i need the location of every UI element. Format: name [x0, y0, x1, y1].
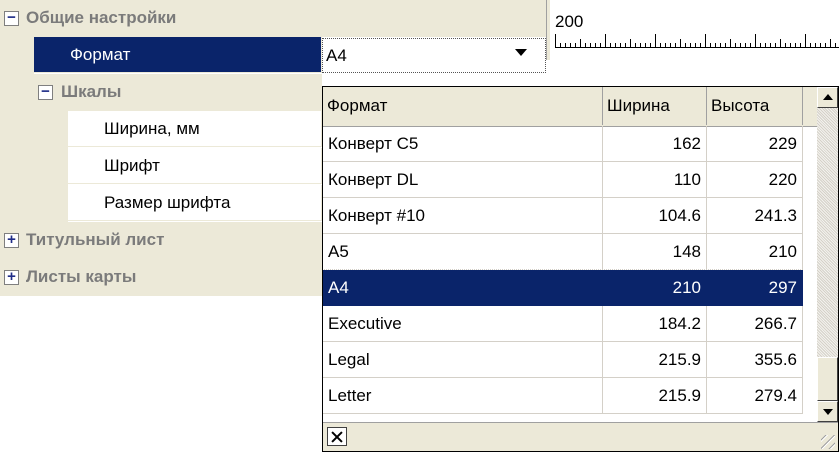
vertical-scrollbar[interactable]	[817, 87, 838, 422]
cell-height: 229	[707, 126, 803, 162]
ruler-label: 200	[555, 12, 584, 31]
list-item[interactable]: Legal 215.9 355.6	[323, 342, 817, 378]
cell-format: Конверт #10	[323, 198, 603, 234]
cell-height: 241.3	[707, 198, 803, 234]
list-item[interactable]: A5 148 210	[323, 234, 817, 270]
cell-width: 110	[603, 162, 707, 198]
column-header-width[interactable]: Ширина	[603, 87, 707, 125]
scroll-up-icon[interactable]	[817, 87, 838, 108]
category-label: Общие настройки	[26, 8, 177, 27]
property-row-format[interactable]: Формат A4	[0, 37, 546, 74]
format-select-value: A4	[326, 46, 347, 65]
column-header-height[interactable]: Высота	[707, 87, 803, 125]
cell-format: A4	[323, 270, 603, 306]
collapse-icon[interactable]: −	[4, 10, 19, 26]
category-label: Листы карты	[26, 267, 137, 286]
resize-grip-icon[interactable]	[821, 435, 835, 449]
cell-width: 148	[603, 234, 707, 270]
cell-width: 184.2	[603, 306, 707, 342]
property-name: Ширина, мм	[104, 119, 200, 138]
close-icon[interactable]	[327, 427, 347, 446]
chevron-down-icon[interactable]	[515, 46, 527, 58]
cell-format: Letter	[323, 378, 603, 414]
list-item[interactable]: Конверт C5 162 229	[323, 126, 817, 162]
cell-height: 220	[707, 162, 803, 198]
property-name-format[interactable]: Формат	[34, 37, 322, 73]
property-name: Размер шрифта	[104, 193, 231, 212]
cell-format: Конверт C5	[323, 126, 603, 162]
cell-width: 210	[603, 270, 707, 306]
cell-height: 266.7	[707, 306, 803, 342]
ruler: 200	[550, 0, 839, 60]
cell-format: Executive	[323, 306, 603, 342]
property-name: Шрифт	[104, 156, 160, 175]
ruler-ticks	[555, 34, 836, 48]
list-item[interactable]: A4 210 297	[323, 269, 818, 307]
cell-height: 355.6	[707, 342, 803, 378]
cell-format: A5	[323, 234, 603, 270]
cell-width: 162	[603, 126, 707, 162]
category-label: Шкалы	[61, 82, 122, 101]
cell-height: 210	[707, 234, 803, 270]
scroll-down-icon[interactable]	[817, 401, 838, 422]
cell-width: 215.9	[603, 378, 707, 414]
cell-width: 104.6	[603, 198, 707, 234]
category-general-settings[interactable]: − Общие настройки	[0, 0, 546, 37]
format-select[interactable]: A4	[322, 38, 546, 73]
cell-format: Legal	[323, 342, 603, 378]
cell-format: Конверт DL	[323, 162, 603, 198]
list-header: Формат Ширина Высота	[323, 87, 817, 127]
expand-icon[interactable]: +	[4, 232, 19, 248]
list-item[interactable]: Executive 184.2 266.7	[323, 306, 817, 342]
cell-width: 215.9	[603, 342, 707, 378]
column-header-format[interactable]: Формат	[323, 87, 603, 125]
collapse-icon[interactable]: −	[38, 84, 53, 100]
scroll-thumb[interactable]	[817, 357, 838, 401]
list-item[interactable]: Конверт #10 104.6 241.3	[323, 198, 817, 234]
list-item[interactable]: Конверт DL 110 220	[323, 162, 817, 198]
cell-height: 297	[707, 270, 803, 306]
list-item[interactable]: Letter 215.9 279.4	[323, 378, 817, 414]
category-label: Титульный лист	[26, 230, 165, 249]
expand-icon[interactable]: +	[4, 269, 19, 285]
list-footer	[323, 422, 838, 451]
format-dropdown-list[interactable]: Формат Ширина Высота Конверт C5 162 229 Кон…	[322, 86, 839, 452]
cell-height: 279.4	[707, 378, 803, 414]
